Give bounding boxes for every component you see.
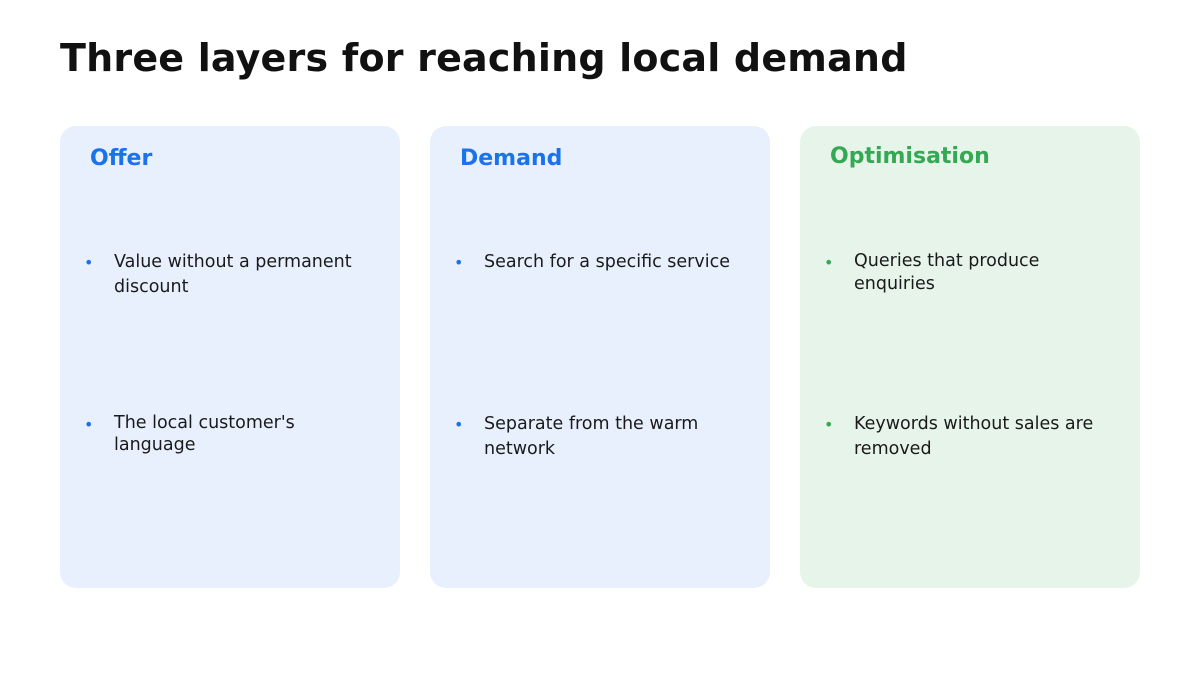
card-title-optimisation: Optimisation <box>830 144 990 169</box>
bullet-dot-icon: • <box>824 253 834 272</box>
bullet-text: Value without a permanent discount <box>114 252 352 297</box>
bullet-text: The local customer's language <box>114 413 295 455</box>
bullet-dot-icon: • <box>454 415 464 434</box>
bullet-item: • Keywords without sales are removed <box>824 412 1120 462</box>
card-optimisation: Optimisation • Queries that produce enqu… <box>800 126 1140 588</box>
slide: Three layers for reaching local demand O… <box>0 0 1200 700</box>
bullet-item: • The local customer's language <box>84 412 380 456</box>
card-demand: Demand • Search for a specific service •… <box>430 126 770 588</box>
bullet-item: • Search for a specific service <box>454 250 750 275</box>
slide-title: Three layers for reaching local demand <box>60 36 908 80</box>
bullet-dot-icon: • <box>454 253 464 272</box>
card-offer: Offer • Value without a permanent discou… <box>60 126 400 588</box>
bullet-text: Separate from the warm network <box>484 414 699 459</box>
bullet-item: • Value without a permanent discount <box>84 250 380 300</box>
bullet-dot-icon: • <box>824 415 834 434</box>
bullet-dot-icon: • <box>84 253 94 272</box>
bullet-dot-icon: • <box>84 415 94 434</box>
bullet-text: Queries that produce enquiries <box>854 251 1040 294</box>
bullet-item: • Separate from the warm network <box>454 412 750 462</box>
card-title-demand: Demand <box>460 146 563 171</box>
bullet-text: Keywords without sales are removed <box>854 414 1094 459</box>
bullet-item: • Queries that produce enquiries <box>824 250 1120 296</box>
card-title-offer: Offer <box>90 146 153 171</box>
bullet-text: Search for a specific service <box>484 252 730 272</box>
